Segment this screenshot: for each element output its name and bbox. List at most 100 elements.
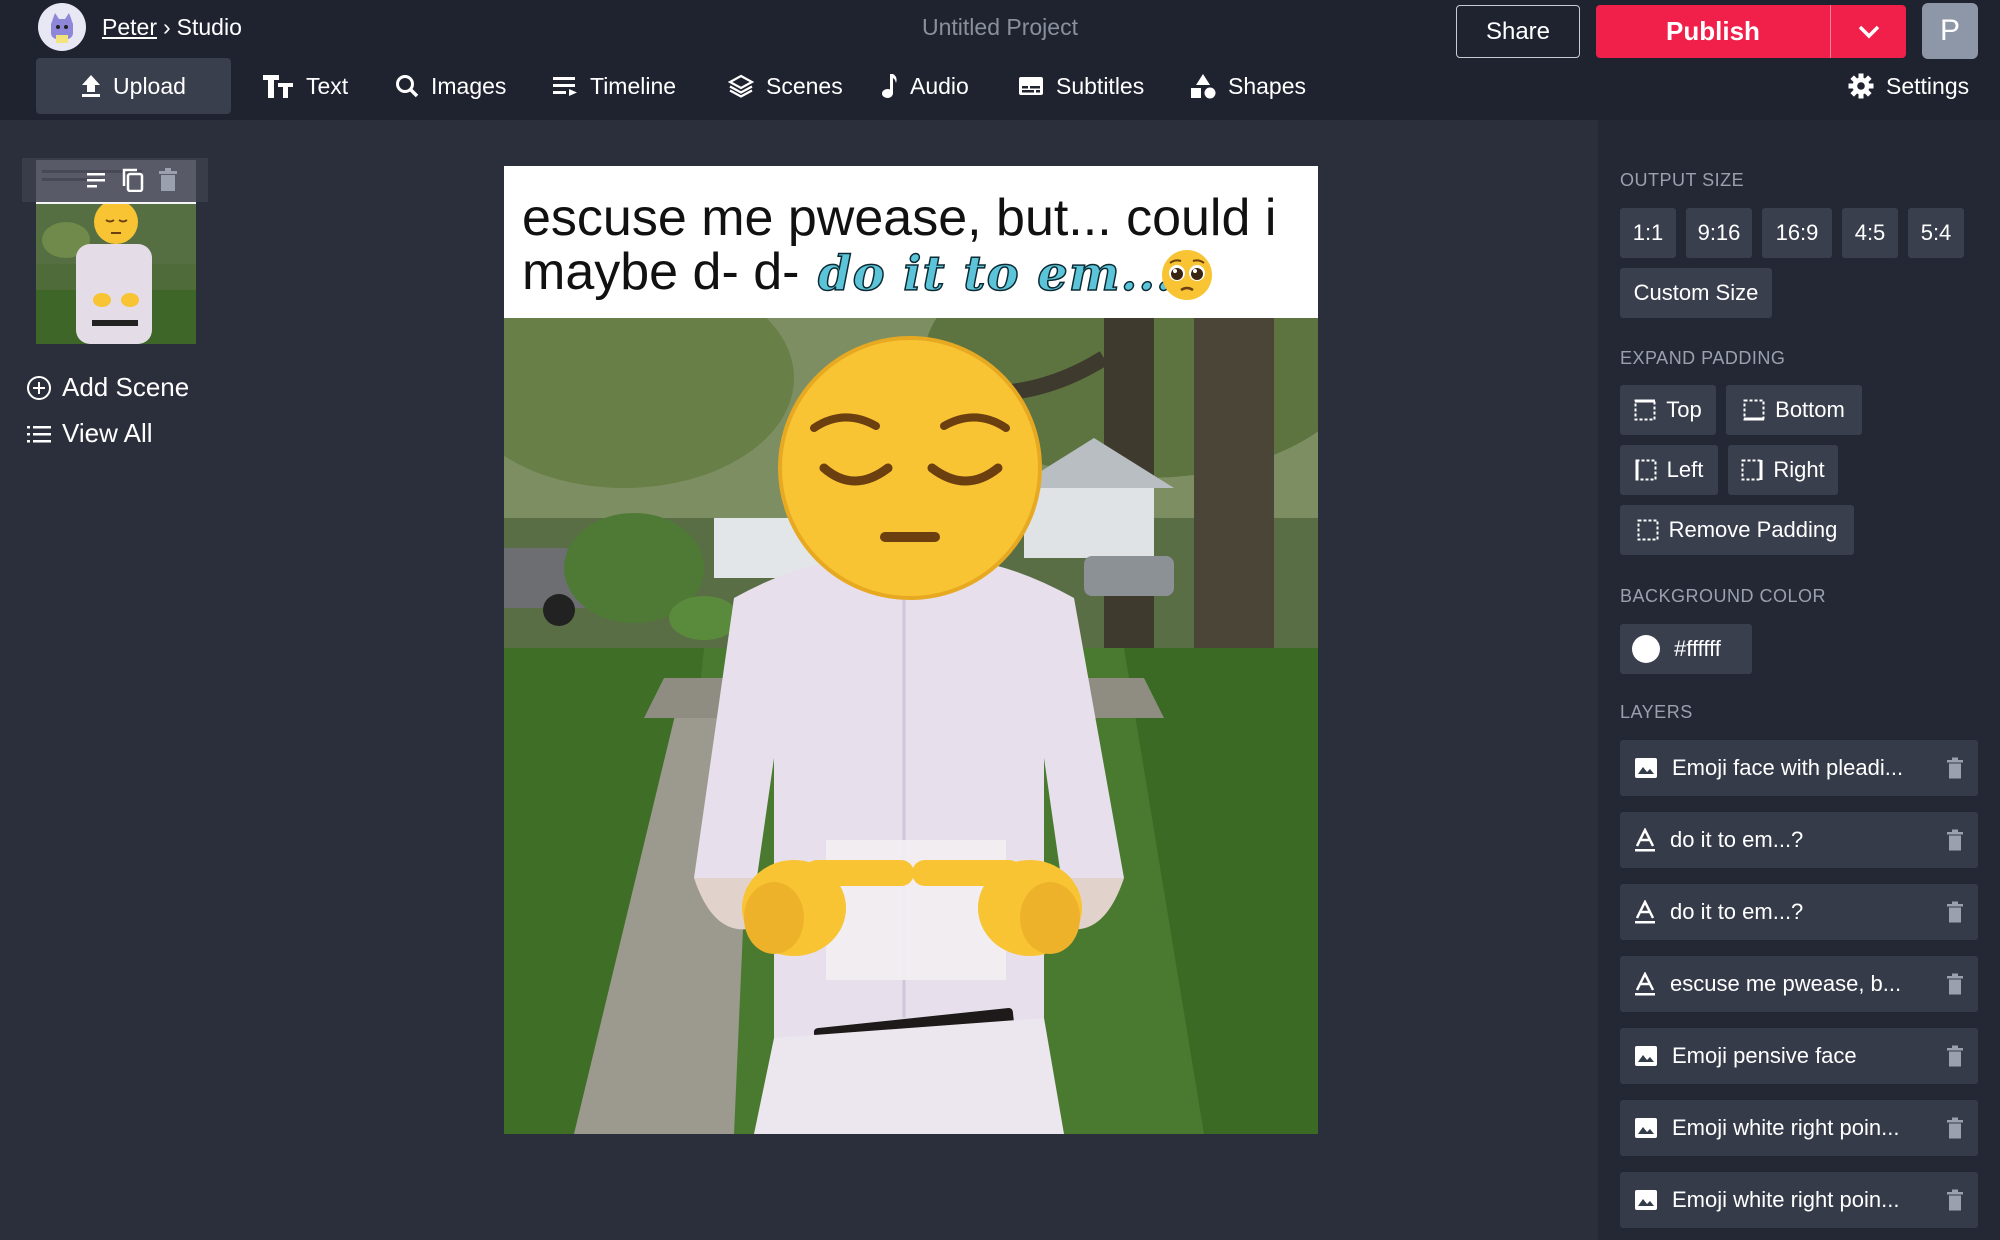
project-title[interactable]: Untitled Project xyxy=(860,14,1140,41)
image-layer-icon xyxy=(1635,758,1657,778)
add-scene-button[interactable]: Add Scene xyxy=(26,372,189,403)
layer-item[interactable]: escuse me pwease, b... xyxy=(1620,956,1978,1012)
layer-name: Emoji white right poin... xyxy=(1672,1187,1900,1212)
text-tool-label: Text xyxy=(306,72,349,99)
layers-icon xyxy=(728,74,754,98)
trash-icon[interactable] xyxy=(1946,901,1964,923)
trash-icon[interactable] xyxy=(1946,1117,1964,1139)
publish-dropdown-button[interactable] xyxy=(1831,5,1906,58)
layer-item[interactable]: Emoji face with pleadi... xyxy=(1620,740,1978,796)
caption-area: escuse me pwease, but... could i maybe d… xyxy=(504,166,1318,318)
audio-tool-button[interactable]: Audio xyxy=(880,58,969,114)
layer-name: escuse me pwease, b... xyxy=(1670,971,1902,996)
settings-label: Settings xyxy=(1886,72,1970,99)
layer-item[interactable]: Emoji white right poin... xyxy=(1620,1100,1978,1156)
shapes-icon xyxy=(1191,74,1216,99)
timeline-icon[interactable] xyxy=(86,171,108,189)
size-16-9-button[interactable]: 16:9 xyxy=(1762,208,1832,258)
music-note-icon xyxy=(882,74,897,98)
caption-text-line2[interactable]: maybe d- d- xyxy=(522,246,799,298)
publish-button[interactable]: Publish xyxy=(1596,5,1830,58)
pad-left-button[interactable]: Left xyxy=(1620,445,1718,495)
scenes-tool-button[interactable]: Scenes xyxy=(728,58,843,114)
trash-icon[interactable] xyxy=(1946,1189,1964,1211)
pleading-face-emoji-icon[interactable] xyxy=(1160,248,1214,302)
timeline-icon xyxy=(553,77,577,96)
layer-name: do it to em...? xyxy=(1670,899,1804,924)
view-all-label: View All xyxy=(62,418,153,448)
pad-top-button[interactable]: Top xyxy=(1620,385,1716,435)
account-avatar[interactable]: P xyxy=(1922,3,1978,59)
text-layer-icon xyxy=(1635,900,1655,924)
trash-icon[interactable] xyxy=(158,168,178,192)
image-layer-icon xyxy=(1635,1190,1657,1210)
shapes-tool-label: Shapes xyxy=(1228,72,1307,99)
publish-group: Publish xyxy=(1596,5,1906,58)
images-tool-button[interactable]: Images xyxy=(395,58,506,114)
text-size-icon xyxy=(263,75,293,98)
trash-icon[interactable] xyxy=(1946,757,1964,779)
layer-item[interactable]: Emoji pensive face xyxy=(1620,1028,1978,1084)
breadcrumb-studio: Studio xyxy=(176,13,242,40)
image-layer-icon xyxy=(1635,1046,1657,1066)
layer-name: Emoji pensive face xyxy=(1672,1043,1857,1068)
remove-padding-button[interactable]: Remove Padding xyxy=(1620,505,1854,555)
scenes-tool-label: Scenes xyxy=(766,72,843,99)
padding-left-icon xyxy=(1635,459,1657,481)
padding-none-icon xyxy=(1637,519,1659,541)
layer-item[interactable]: do it to em...? xyxy=(1620,884,1978,940)
color-preview-dot xyxy=(1632,635,1660,663)
caption-script-text[interactable]: do it to em...? xyxy=(817,249,1203,299)
view-all-button[interactable]: View All xyxy=(26,418,153,449)
background-color-heading: BACKGROUND COLOR xyxy=(1620,586,1827,606)
pad-right-button[interactable]: Right xyxy=(1728,445,1838,495)
images-tool-label: Images xyxy=(431,72,507,99)
custom-size-button[interactable]: Custom Size xyxy=(1620,268,1772,318)
subtitles-tool-button[interactable]: Subtitles xyxy=(1018,58,1144,114)
gear-icon xyxy=(1848,73,1874,99)
text-layer-icon xyxy=(1635,972,1655,996)
upload-button[interactable]: Upload xyxy=(36,58,231,114)
shapes-tool-button[interactable]: Shapes xyxy=(1190,58,1306,114)
layer-item[interactable]: do it to em...? xyxy=(1620,812,1978,868)
share-button[interactable]: Share xyxy=(1456,5,1580,58)
breadcrumb: Peter › Studio xyxy=(38,2,242,52)
timeline-tool-label: Timeline xyxy=(590,72,677,99)
user-link[interactable]: Peter xyxy=(102,14,157,41)
editor-canvas[interactable]: escuse me pwease, but... could i maybe d… xyxy=(504,166,1318,1134)
text-tool-button[interactable]: Text xyxy=(262,58,348,114)
upload-icon xyxy=(82,75,101,97)
size-1-1-button[interactable]: 1:1 xyxy=(1620,208,1676,258)
duplicate-icon[interactable] xyxy=(122,168,144,192)
size-9-16-button[interactable]: 9:16 xyxy=(1686,208,1752,258)
pad-bottom-label: Bottom xyxy=(1775,397,1845,422)
pensive-face-emoji-icon xyxy=(778,336,1042,600)
trash-icon[interactable] xyxy=(1946,1045,1964,1067)
subtitles-tool-label: Subtitles xyxy=(1056,72,1145,99)
audio-tool-label: Audio xyxy=(910,72,969,99)
properties-panel: OUTPUT SIZE 1:1 9:16 16:9 4:5 5:4 Custom… xyxy=(1598,120,2000,1240)
padding-bottom-icon xyxy=(1743,399,1765,421)
layer-item[interactable]: Emoji white right poin... xyxy=(1620,1172,1978,1228)
pad-bottom-button[interactable]: Bottom xyxy=(1726,385,1862,435)
background-color-picker[interactable]: #ffffff xyxy=(1620,624,1752,674)
layer-name: do it to em...? xyxy=(1670,827,1804,852)
layer-name: Emoji face with pleadi... xyxy=(1672,755,1904,780)
timeline-tool-button[interactable]: Timeline xyxy=(552,58,676,114)
padding-right-icon xyxy=(1741,459,1763,481)
upload-label: Upload xyxy=(113,72,186,99)
chevron-down-icon xyxy=(1858,25,1879,38)
settings-button[interactable]: Settings xyxy=(1848,58,1969,114)
caption-text-line1[interactable]: escuse me pwease, but... could i xyxy=(522,192,1276,244)
trash-icon[interactable] xyxy=(1946,973,1964,995)
kapwing-logo-icon[interactable] xyxy=(38,3,86,51)
pad-right-label: Right xyxy=(1773,457,1825,482)
size-5-4-button[interactable]: 5:4 xyxy=(1908,208,1964,258)
image-layer-icon xyxy=(1635,1118,1657,1138)
trash-icon[interactable] xyxy=(1946,829,1964,851)
expand-padding-heading: EXPAND PADDING xyxy=(1620,348,1786,368)
background-photo[interactable] xyxy=(504,318,1318,1134)
size-4-5-button[interactable]: 4:5 xyxy=(1842,208,1898,258)
pad-left-label: Left xyxy=(1666,457,1704,482)
pad-top-label: Top xyxy=(1666,397,1702,422)
